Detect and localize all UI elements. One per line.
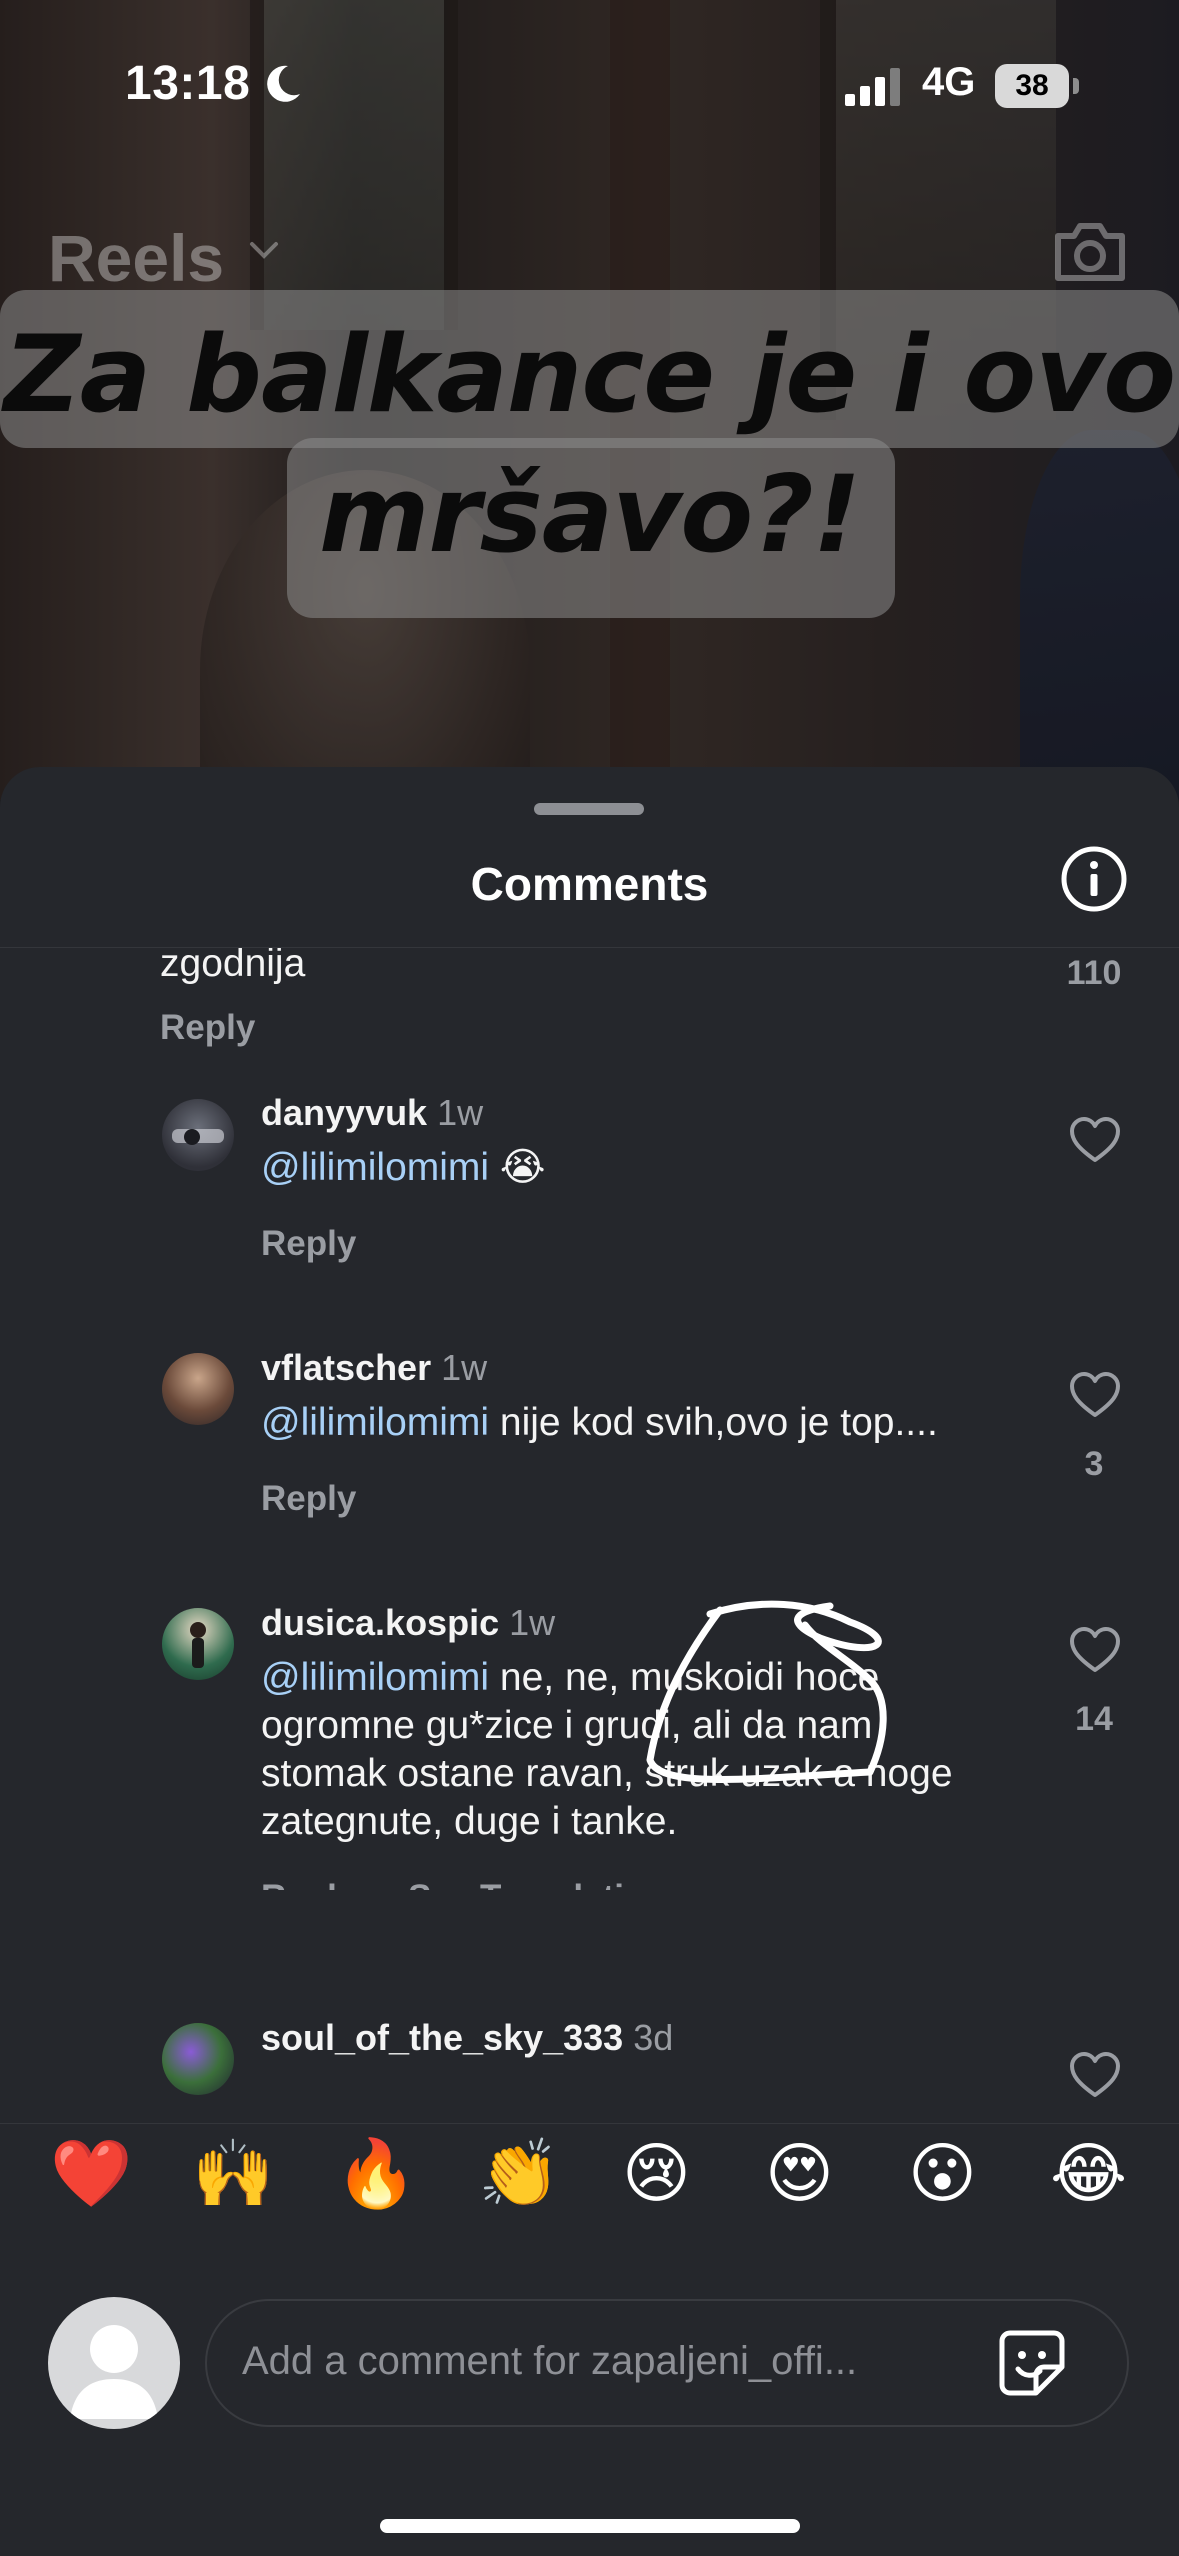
heart-icon[interactable]	[1068, 1116, 1122, 1164]
video-caption: Za balkance je i ovo mršavo?!	[0, 305, 1179, 585]
reply-button[interactable]: Reply	[261, 1479, 356, 1519]
reaction-bar: ❤️ 🙌 🔥 👏 😢 😍 😮 😂	[0, 2123, 1179, 2224]
my-avatar	[48, 2297, 180, 2429]
reaction-laughing[interactable]: 😂	[1050, 2134, 1127, 2214]
comment-time: 1w	[509, 1602, 556, 1643]
heart-icon[interactable]	[1068, 1371, 1122, 1419]
signal-icon	[845, 68, 900, 106]
comment-input-placeholder[interactable]: Add a comment for zapaljeni_offi...	[242, 2339, 857, 2384]
info-icon[interactable]	[1060, 845, 1128, 913]
comment-time: 1w	[441, 1347, 488, 1388]
reels-title[interactable]: Reels	[48, 220, 224, 296]
comment-text: @lilimilomimi nije kod svih,ovo je top..…	[261, 1399, 938, 1447]
mention-link[interactable]: @lilimilomimi	[261, 1401, 489, 1444]
reaction-heart-eyes[interactable]: 😍	[765, 2134, 834, 2214]
comment-text: zgodnija	[160, 948, 306, 985]
comment-text: @lilimilomimi ne, ne, muskoidi hoce ogro…	[261, 1654, 1001, 1846]
avatar[interactable]	[162, 2023, 234, 2095]
username[interactable]: danyyvuk	[261, 1092, 427, 1133]
reaction-fire[interactable]: 🔥	[335, 2134, 417, 2214]
comment-time: 1w	[437, 1092, 484, 1133]
chevron-down-icon[interactable]	[248, 240, 280, 262]
camera-icon[interactable]	[1052, 218, 1128, 284]
caption-line-1: Za balkance je i ovo	[3, 313, 1176, 436]
reaction-raised-hands[interactable]: 🙌	[192, 2134, 274, 2214]
username[interactable]: vflatscher	[261, 1347, 431, 1388]
reply-button[interactable]: Reply	[261, 1224, 356, 1264]
reaction-crying[interactable]: 😢	[622, 2134, 691, 2214]
comment-item: soul_of_the_sky_333 3d	[0, 2023, 1179, 2123]
reply-button[interactable]: Reply	[160, 1008, 255, 1048]
comment-username[interactable]: soul_of_the_sky_333 3d	[261, 2023, 673, 2059]
mention-link[interactable]: @lilimilomimi	[261, 1656, 489, 1699]
sheet-title: Comments	[470, 858, 709, 910]
home-indicator	[380, 2519, 800, 2533]
avatar[interactable]	[162, 1608, 234, 1680]
network-label: 4G	[922, 60, 976, 104]
comment-time: 3d	[633, 2023, 674, 2058]
heart-icon[interactable]	[1068, 1626, 1122, 1674]
reaction-clap[interactable]: 👏	[478, 2134, 560, 2214]
avatar[interactable]	[162, 1099, 234, 1171]
battery-icon: 38	[995, 64, 1079, 108]
sheet-grabber[interactable]	[534, 803, 644, 815]
heart-icon[interactable]	[1068, 2051, 1122, 2099]
reaction-heart[interactable]: ❤️	[50, 2134, 132, 2214]
like-count: 3	[1084, 1445, 1104, 1483]
reply-button[interactable]: Reply	[261, 1878, 356, 1890]
comment-username[interactable]: dusica.kospic 1w	[261, 1602, 555, 1644]
comment-body: nije kod svih,ovo je top....	[489, 1401, 938, 1444]
like-count: 110	[1066, 954, 1122, 992]
comments-list[interactable]: zgodnija Reply 110 danyyvuk 1w @lilimilom…	[0, 948, 1179, 1890]
battery-level: 38	[995, 64, 1069, 108]
comment-text: @lilimilomimi 😭	[261, 1144, 545, 1192]
avatar-image	[172, 1129, 224, 1145]
sticker-icon[interactable]	[996, 2327, 1068, 2399]
default-avatar-icon	[70, 2325, 158, 2419]
comment-body: 😭	[489, 1146, 546, 1189]
comments-sheet: Comments zgodnija Reply 110 danyyvuk 1w @…	[0, 767, 1179, 2556]
mention-link[interactable]: @lilimilomimi	[261, 1146, 489, 1189]
reaction-surprised[interactable]: 😮	[908, 2134, 977, 2214]
comment-username[interactable]: danyyvuk 1w	[261, 1092, 483, 1134]
avatar[interactable]	[162, 1353, 234, 1425]
username[interactable]: soul_of_the_sky_333	[261, 2023, 623, 2058]
comment-username[interactable]: vflatscher 1w	[261, 1347, 487, 1389]
like-count: 14	[1075, 1700, 1113, 1738]
see-translation-button[interactable]: See Translation	[408, 1878, 667, 1890]
caption-line-2: mršavo?!	[318, 453, 861, 576]
moon-icon	[267, 65, 300, 102]
battery-tip	[1073, 78, 1079, 94]
username[interactable]: dusica.kospic	[261, 1602, 499, 1643]
avatar-image	[190, 1622, 206, 1668]
status-time: 13:18	[125, 57, 251, 110]
